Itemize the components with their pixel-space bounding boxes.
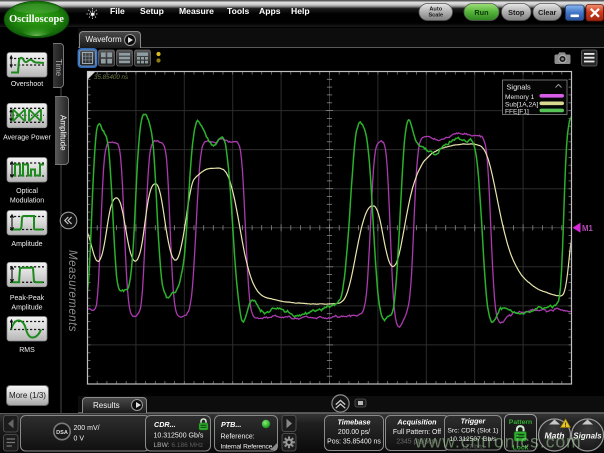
svg-text:Modulation: Modulation [10, 198, 44, 205]
svg-text:Auto: Auto [429, 6, 442, 12]
svg-text:Optical: Optical [16, 188, 38, 195]
svg-text:10.312500 Gb/s: 10.312500 Gb/s [154, 433, 204, 440]
svg-text:Clear: Clear [538, 8, 556, 17]
svg-text:200.00 ps/: 200.00 ps/ [338, 429, 370, 436]
svg-text:Memory 1: Memory 1 [505, 94, 535, 101]
svg-text:DSA: DSA [56, 430, 68, 436]
svg-text:Trigger: Trigger [461, 417, 487, 426]
svg-text:Amplitude: Amplitude [11, 304, 42, 311]
svg-text:Pattern: Pattern [509, 419, 532, 426]
svg-text:Oscilloscope: Oscilloscope [9, 14, 64, 25]
svg-text:Pos: 35.85400 ns: Pos: 35.85400 ns [327, 438, 381, 445]
svg-text:Stop: Stop [508, 8, 525, 17]
svg-text:!: ! [565, 423, 567, 429]
svg-text:FFE[F1]: FFE[F1] [505, 109, 529, 116]
svg-text:www.cntronics.com: www.cntronics.com [414, 432, 582, 452]
svg-text:Average Power: Average Power [3, 135, 51, 142]
svg-text:CDR...: CDR... [154, 420, 176, 429]
svg-text:Acquisition: Acquisition [396, 418, 437, 427]
svg-text:RMS: RMS [19, 347, 35, 354]
svg-text:Reference:: Reference: [221, 434, 255, 441]
svg-text:35.85400 ns: 35.85400 ns [94, 74, 128, 81]
svg-text:LBW: 6.186 MHz: LBW: 6.186 MHz [154, 442, 204, 449]
svg-text:0 V: 0 V [74, 436, 85, 443]
svg-text:PTB...: PTB... [221, 420, 241, 429]
svg-text:Scale: Scale [428, 13, 443, 19]
svg-text:200 mV/: 200 mV/ [74, 425, 100, 432]
svg-text:Timebase: Timebase [337, 418, 370, 427]
svg-text:Run: Run [474, 8, 488, 17]
svg-text:Signals: Signals [507, 83, 532, 92]
svg-text:Overshoot: Overshoot [11, 81, 43, 88]
svg-text:Internal Reference: Internal Reference [221, 444, 273, 451]
svg-text:Peak-Peak: Peak-Peak [10, 295, 45, 302]
svg-text:M1: M1 [582, 224, 593, 233]
svg-text:Amplitude: Amplitude [11, 241, 42, 248]
